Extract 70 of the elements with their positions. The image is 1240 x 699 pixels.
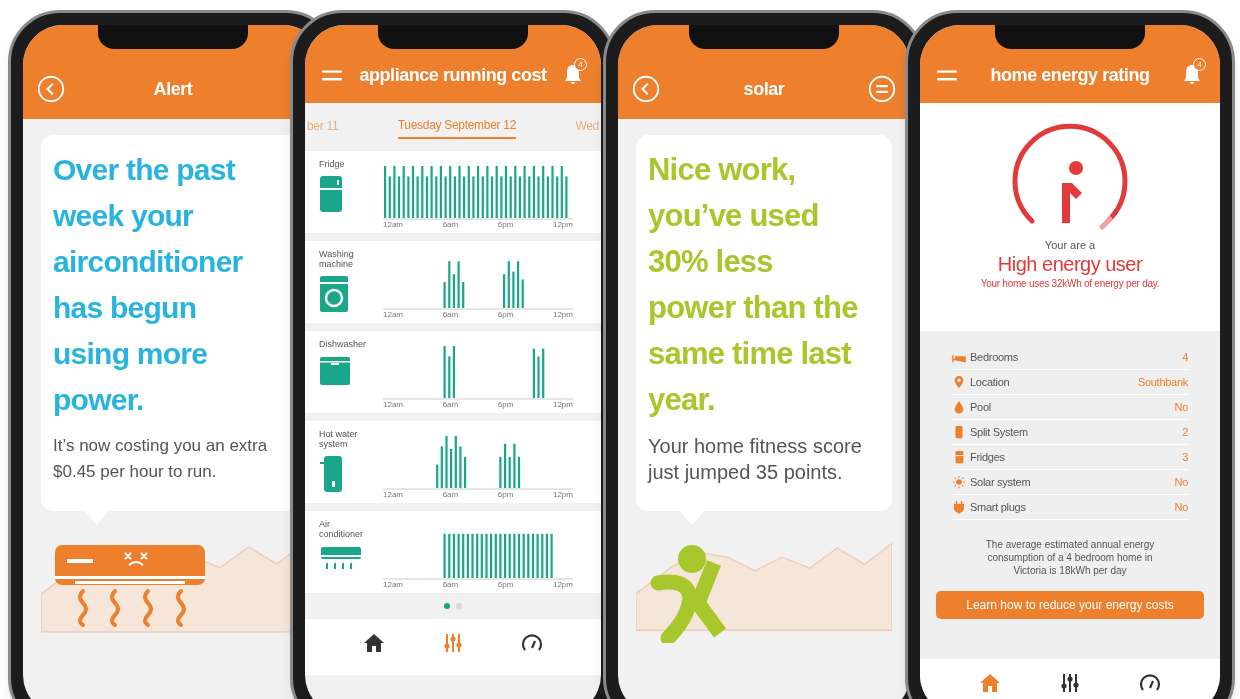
headline: Over the past week your airconditioner has begun using more power. xyxy=(53,152,244,418)
notification-badge: 4 xyxy=(1193,58,1206,71)
location-pin-icon xyxy=(952,375,966,389)
rating-intro: Your are a xyxy=(1044,239,1096,252)
menu-icon[interactable] xyxy=(868,75,896,103)
axis-label: 6pm xyxy=(497,580,514,589)
rating-detail: Your home uses 32kWh of energy per day. xyxy=(980,277,1160,291)
fact-value: No xyxy=(1174,499,1188,515)
axis-label: 6pm xyxy=(497,490,514,499)
fact-label: Fridges xyxy=(970,449,1006,465)
back-icon[interactable] xyxy=(37,75,65,103)
axis-label: 12am xyxy=(383,490,403,499)
sun-icon xyxy=(952,475,966,489)
fact-label: Bedrooms xyxy=(970,349,1019,365)
axis-label: 12am xyxy=(383,400,403,409)
fact-label: Pool xyxy=(970,399,992,415)
fact-value: 3 xyxy=(1182,449,1188,465)
axis-label: 6am xyxy=(442,490,459,499)
fact-label: Smart plugs xyxy=(970,499,1027,515)
axis-label: 12pm xyxy=(552,490,573,499)
rating-title: High energy user xyxy=(997,252,1143,276)
sliders-icon[interactable] xyxy=(1058,671,1082,695)
fact-value: No xyxy=(1174,399,1188,415)
fact-label: Split System xyxy=(970,424,1029,440)
header-title: home energy rating xyxy=(990,64,1150,87)
axis-label: 6pm xyxy=(497,220,514,229)
axis-label: 12pm xyxy=(552,580,573,589)
dishwasher-icon xyxy=(319,355,351,387)
appliance-name: Fridge xyxy=(319,159,346,169)
axis-label: 6am xyxy=(442,220,459,229)
header-title: solar xyxy=(743,78,785,101)
water-heater-icon xyxy=(319,455,343,493)
reduce-costs-button[interactable]: Learn how to reduce your energy costs xyxy=(936,591,1204,619)
axis-label: 12am xyxy=(383,220,403,229)
message-text: It’s now costing you an extra $0.45 per hour to run. xyxy=(53,435,269,483)
header-title: appliance running cost xyxy=(359,64,547,87)
sliders-icon[interactable] xyxy=(441,631,465,655)
date-tab[interactable]: Tuesday September 12 xyxy=(397,115,517,139)
fact-label: Location xyxy=(970,374,1011,390)
fact-value: 4 xyxy=(1182,349,1188,365)
date-tab[interactable]: Wed xyxy=(575,116,599,138)
appliance-name: Hot water system xyxy=(319,429,359,449)
axis-label: 12pm xyxy=(552,310,573,319)
washing-machine-icon xyxy=(319,275,349,313)
fact-value: 2 xyxy=(1182,424,1188,440)
axis-label: 6pm xyxy=(497,400,514,409)
info-note: The average estimated annual energy consumption of a 4 bedroom home in Victoria is 18kWh per day xyxy=(984,538,1156,577)
air-conditioner-icon xyxy=(319,545,363,571)
axis-label: 6am xyxy=(442,310,459,319)
date-tab[interactable]: ber 11 xyxy=(307,116,339,138)
axis-label: 12am xyxy=(383,310,403,319)
message-text: Your home fitness score just jumped 35 points. xyxy=(648,434,863,485)
axis-label: 6am xyxy=(442,400,459,409)
back-icon[interactable] xyxy=(632,75,660,103)
water-drop-icon xyxy=(952,400,966,414)
axis-label: 6pm xyxy=(497,310,514,319)
axis-label: 12pm xyxy=(552,220,573,229)
appliance-name: Air conditioner xyxy=(319,519,363,539)
notification-badge: 4 xyxy=(574,58,587,71)
axis-label: 6am xyxy=(442,580,459,589)
fact-value: Southbank xyxy=(1137,374,1188,390)
plug-icon xyxy=(952,500,966,514)
fact-label: Solar system xyxy=(970,474,1032,490)
axis-label: 12pm xyxy=(552,400,573,409)
axis-label: 12am xyxy=(383,580,403,589)
header-title: Alert xyxy=(153,78,193,101)
fridge-icon xyxy=(319,175,343,213)
headline: Nice work, you’ve used 30% less power than the same time last year. xyxy=(648,151,859,419)
appliance-name: Washing machine xyxy=(319,249,355,269)
fact-value: No xyxy=(1174,474,1188,490)
